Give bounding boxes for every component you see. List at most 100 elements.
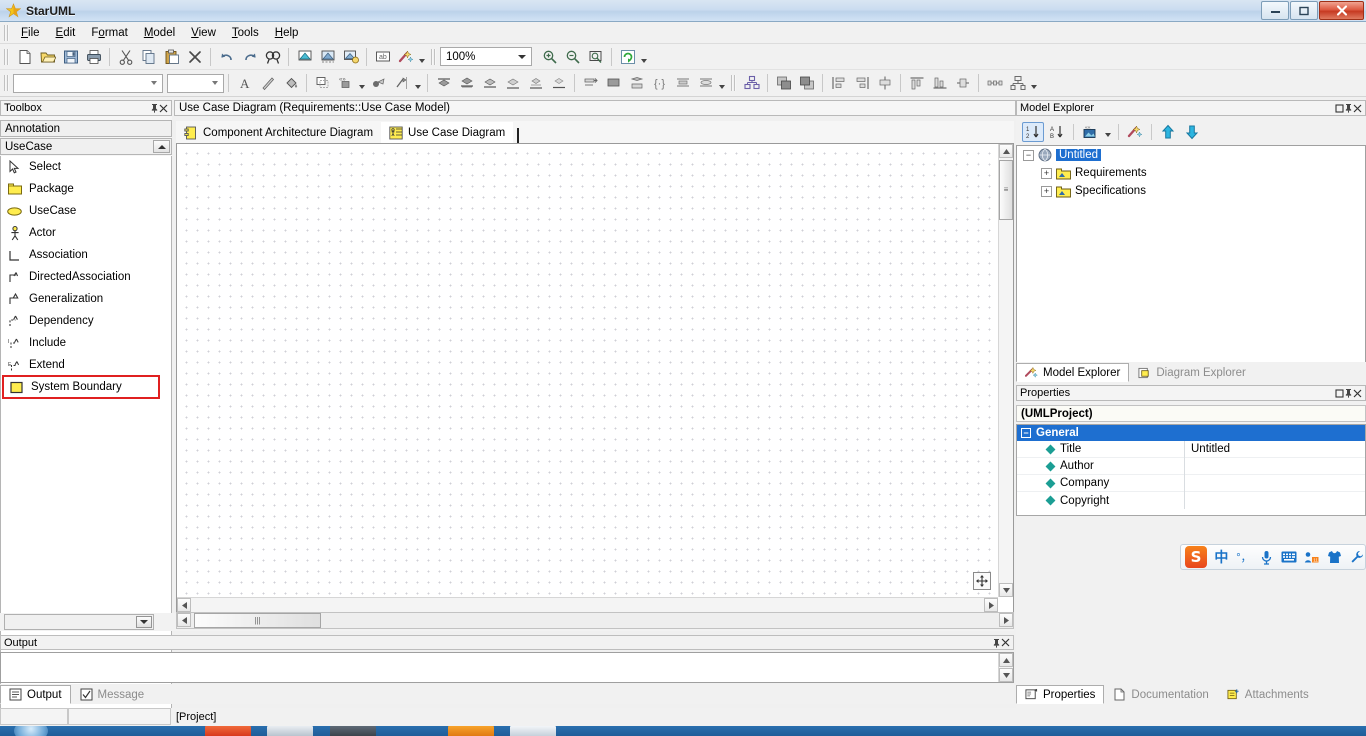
collapse-group-icon[interactable] (153, 140, 170, 153)
chevron-down-icon[interactable] (136, 616, 152, 628)
hscroll-left-arrow[interactable] (177, 613, 191, 627)
close-icon[interactable] (1001, 638, 1010, 647)
tree-item-specifications[interactable]: + Specifications (1017, 182, 1365, 200)
menu-file[interactable]: File (13, 24, 48, 42)
sogou-logo-icon[interactable]: S (1185, 546, 1208, 568)
taskbar-item-1[interactable] (205, 726, 251, 736)
line-color-icon[interactable] (256, 72, 279, 94)
tab-use-case-diagram[interactable]: Use Case Diagram (381, 122, 514, 143)
tree-item-requirements[interactable]: + Requirements (1017, 164, 1365, 182)
select-in-diagram-icon[interactable] (1124, 122, 1146, 142)
fill-color-icon[interactable] (279, 72, 302, 94)
layout-dropdown-caret[interactable] (1029, 72, 1039, 94)
scroll-up-arrow[interactable] (999, 653, 1013, 667)
pin-icon[interactable] (1344, 388, 1353, 398)
chevron-down-icon[interactable] (147, 75, 161, 92)
scroll-down-arrow[interactable] (999, 583, 1013, 597)
align-bottom-icon[interactable] (478, 72, 501, 94)
tab-component-architecture-diagram[interactable]: Component Architecture Diagram (176, 122, 381, 143)
view-options-dropdown-caret[interactable] (1103, 122, 1113, 142)
toolbox-item-directedassociation[interactable]: DirectedAssociation (1, 266, 171, 288)
select-in-explorer-icon[interactable] (316, 46, 339, 68)
input-method-switch-icon[interactable]: 11 (1303, 547, 1320, 567)
close-icon[interactable] (1353, 389, 1362, 398)
view-options-icon[interactable]: «« (1079, 122, 1101, 142)
group-icon[interactable] (625, 72, 648, 94)
align-middle-icon[interactable] (455, 72, 478, 94)
pin-icon[interactable] (992, 638, 1001, 648)
cut-icon[interactable] (114, 46, 137, 68)
taskbar-item-4[interactable] (448, 726, 494, 736)
new-file-icon[interactable] (13, 46, 36, 68)
toolbox-item-extend[interactable]: E Extend (1, 354, 171, 376)
property-row-author[interactable]: Author (1017, 457, 1365, 475)
sort-by-order-icon[interactable]: 12 (1022, 122, 1044, 142)
menu-help[interactable]: Help (267, 24, 307, 42)
format-dropdown-caret[interactable] (717, 72, 727, 94)
tab-model-explorer[interactable]: Model Explorer (1016, 363, 1130, 382)
align-left-icon[interactable] (501, 72, 524, 94)
close-diagram-icon[interactable] (339, 46, 362, 68)
voice-input-icon[interactable] (1258, 547, 1275, 567)
zoom-level-input[interactable]: 100% (440, 47, 532, 66)
menu-grip-handle[interactable] (3, 24, 10, 41)
diagram-canvas[interactable]: ≡ (176, 143, 1014, 613)
undo-icon[interactable] (215, 46, 238, 68)
tab-message[interactable]: Message (71, 685, 154, 704)
canvas-hscroll-track[interactable]: ||| (176, 612, 1014, 629)
move-down-icon[interactable] (1181, 122, 1203, 142)
taskbar-item-3[interactable] (330, 726, 376, 736)
space-equal-h-icon[interactable] (850, 72, 873, 94)
line-arrow-icon[interactable] (390, 72, 413, 94)
zoom-group-grip[interactable] (430, 48, 437, 65)
validate-dropdown-caret[interactable] (417, 46, 427, 68)
hscroll-right-arrow[interactable] (999, 613, 1013, 627)
auto-layout-icon[interactable] (740, 72, 763, 94)
pin-icon[interactable] (1344, 103, 1353, 113)
move-up-icon[interactable] (1157, 122, 1179, 142)
shadow-icon[interactable] (311, 72, 334, 94)
copy-icon[interactable] (137, 46, 160, 68)
find-icon[interactable] (261, 46, 284, 68)
horizontal-scroll-thumb[interactable]: ||| (194, 613, 321, 628)
paste-icon[interactable] (160, 46, 183, 68)
tab-properties[interactable]: Properties (1016, 685, 1105, 704)
output-vertical-scrollbar[interactable] (998, 653, 1013, 682)
open-folder-icon[interactable] (36, 46, 59, 68)
zoom-out-icon[interactable] (561, 46, 584, 68)
select-in-diagram-icon[interactable] (293, 46, 316, 68)
property-row-copyright[interactable]: Copyright (1017, 492, 1365, 509)
bring-to-front-icon[interactable] (602, 72, 625, 94)
tab-documentation[interactable]: Documentation (1104, 685, 1217, 704)
settings-wrench-icon[interactable] (1348, 547, 1365, 567)
font-color-icon[interactable]: A (233, 72, 256, 94)
distribute-h-icon[interactable] (983, 72, 1006, 94)
tab-output[interactable]: Output (0, 685, 71, 704)
font-family-combo[interactable] (13, 73, 163, 93)
maximize-button[interactable] (1290, 1, 1318, 20)
scroll-left-arrow[interactable] (177, 598, 191, 612)
save-icon[interactable] (59, 46, 82, 68)
start-orb-icon[interactable] (14, 726, 48, 736)
redo-icon[interactable] (238, 46, 261, 68)
refresh-icon[interactable] (616, 46, 639, 68)
minimize-button[interactable] (1261, 1, 1289, 20)
toolbox-group-usecase[interactable]: UseCase (0, 138, 172, 155)
print-icon[interactable] (82, 46, 105, 68)
pan-move-icon[interactable] (973, 572, 991, 590)
property-row-title[interactable]: Title Untitled (1017, 440, 1365, 458)
chevron-down-icon[interactable] (514, 48, 529, 65)
tree-item-untitled[interactable]: − Untitled (1017, 146, 1365, 164)
menu-model[interactable]: Model (136, 24, 183, 42)
windows-taskbar[interactable] (0, 726, 1366, 736)
taskbar-item-2[interactable] (267, 726, 313, 736)
fit-to-window-icon[interactable] (584, 46, 607, 68)
skin-icon[interactable] (1326, 547, 1343, 567)
close-icon[interactable] (1353, 104, 1362, 113)
menu-tools[interactable]: Tools (224, 24, 267, 42)
canvas-grid-surface[interactable] (177, 144, 998, 597)
pin-icon[interactable] (150, 103, 159, 113)
toolbox-item-association[interactable]: Association (1, 244, 171, 266)
refresh-dropdown-caret[interactable] (639, 46, 649, 68)
layout-group-grip[interactable] (730, 75, 737, 91)
